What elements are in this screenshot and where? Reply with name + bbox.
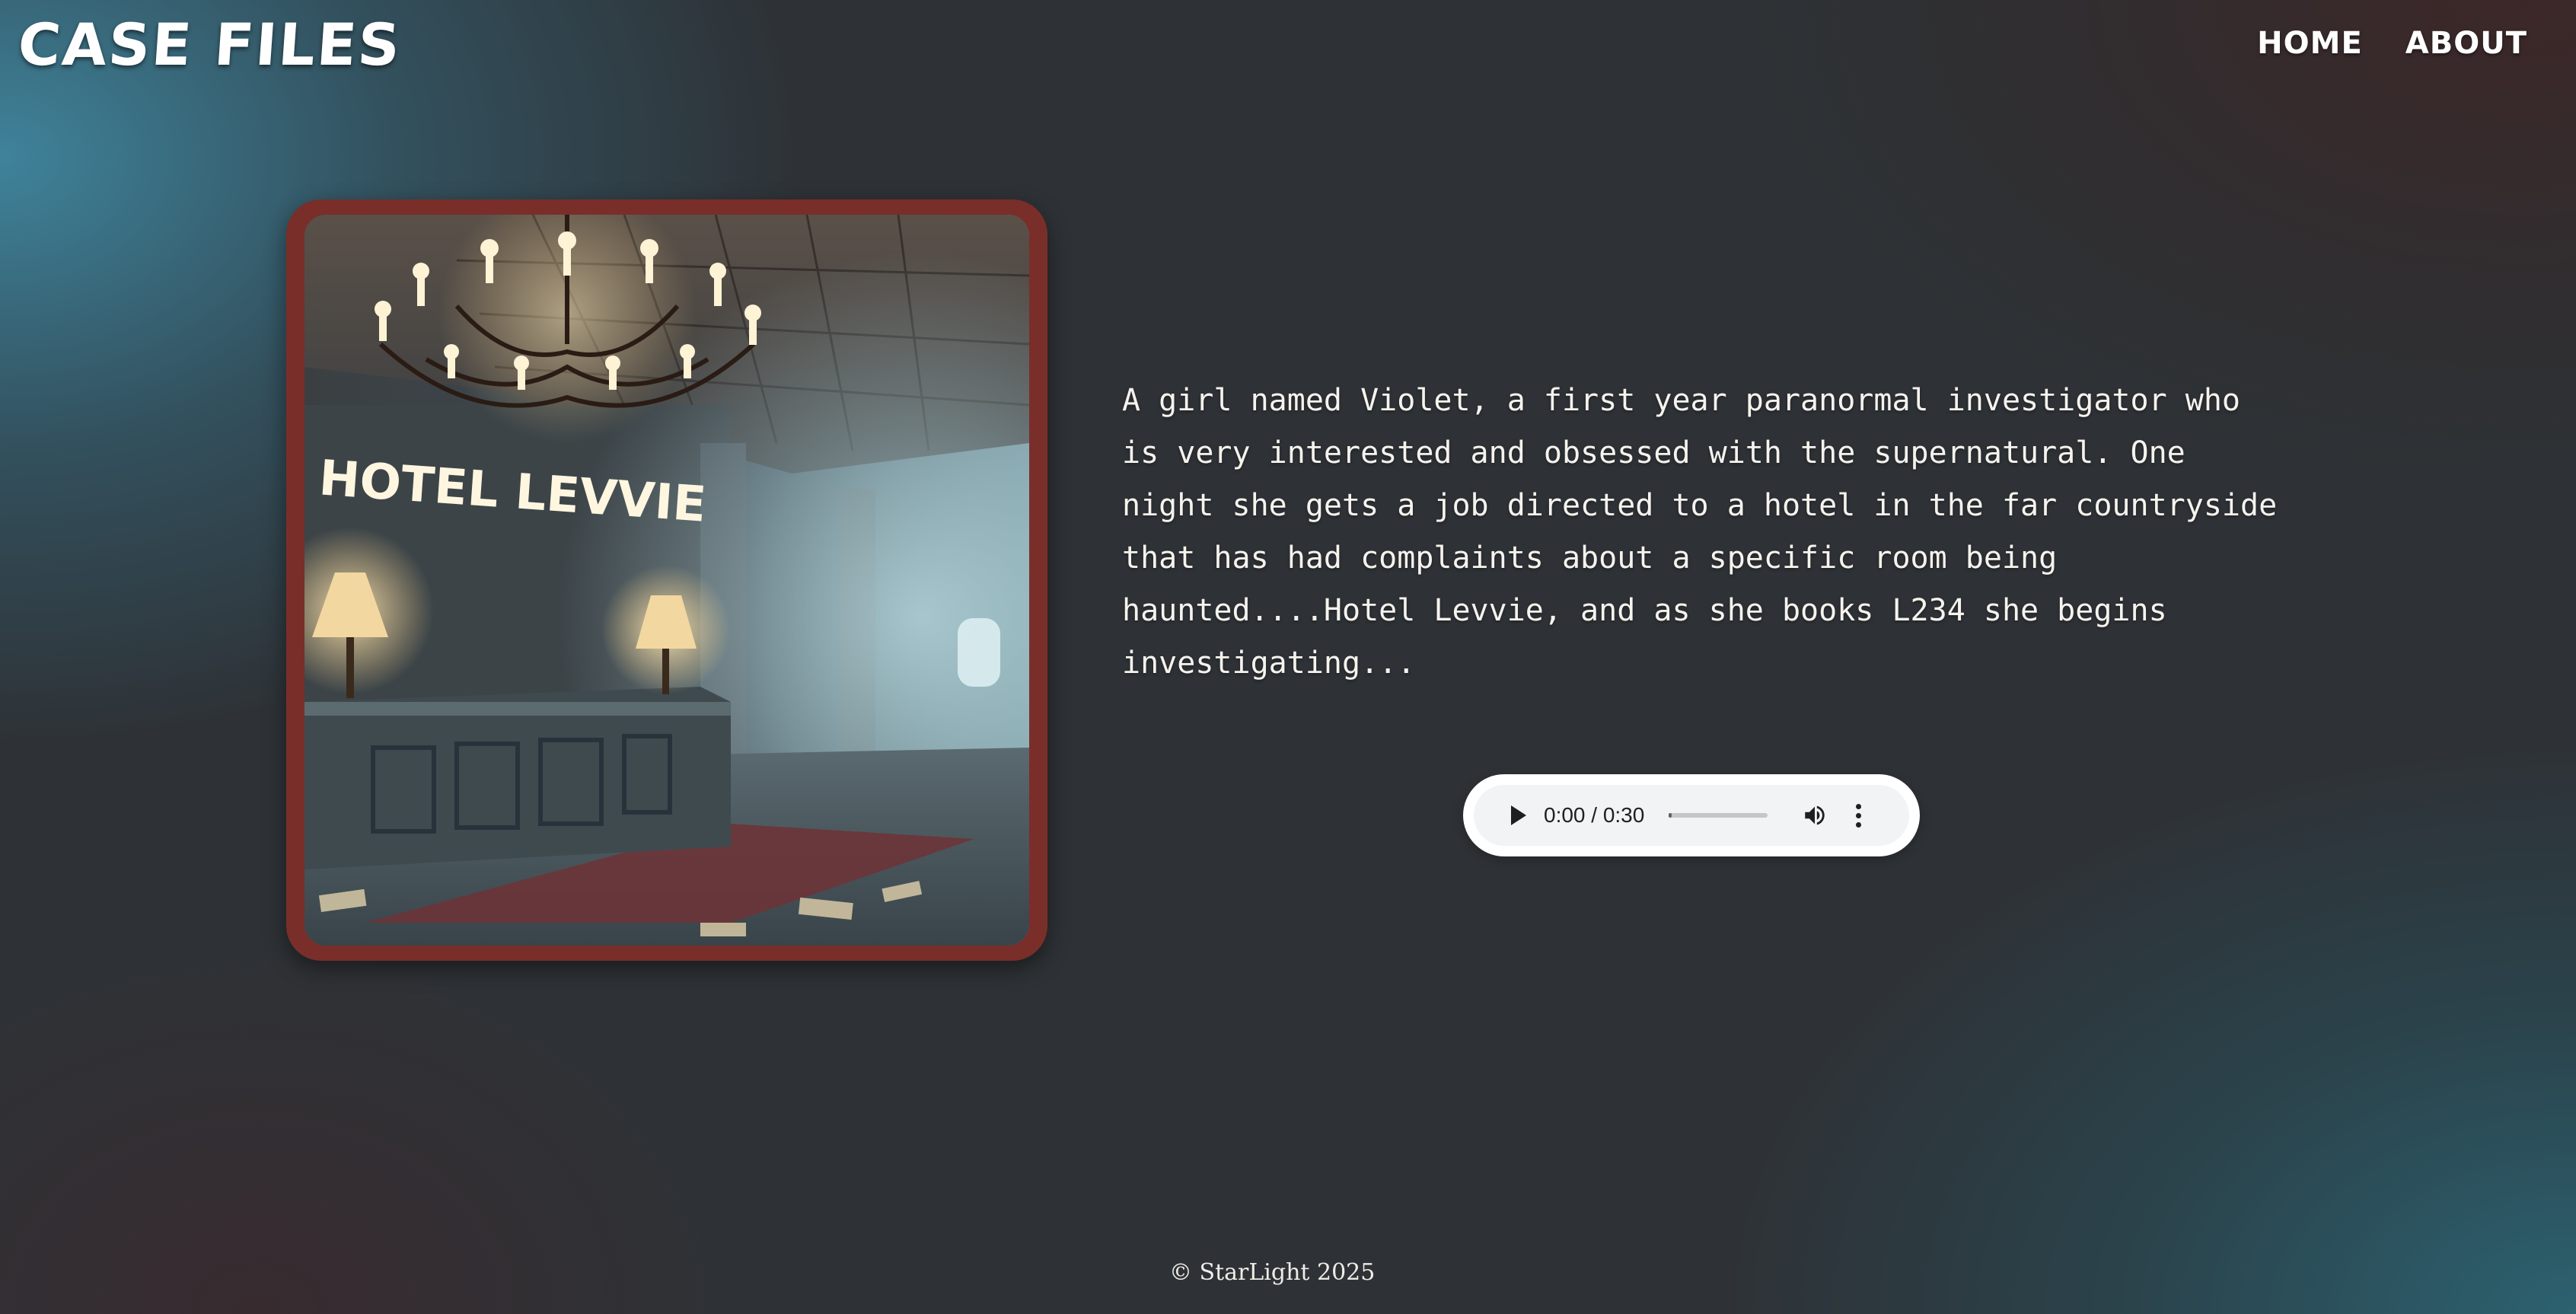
audio-controls: 0:00 / 0:30 xyxy=(1474,785,1909,846)
play-icon[interactable] xyxy=(1495,794,1538,837)
more-options-icon[interactable] xyxy=(1847,799,1870,832)
site-logo: CASE FILES xyxy=(15,11,404,78)
audio-progress-fill xyxy=(1669,813,1672,818)
hero-image-frame: HOTEL LEVVIE xyxy=(286,199,1047,961)
nav-about-link[interactable]: ABOUT xyxy=(2405,26,2527,61)
audio-player: 0:00 / 0:30 xyxy=(1463,774,1920,856)
main-nav: HOME ABOUT xyxy=(2257,26,2527,61)
audio-progress-bar[interactable] xyxy=(1669,813,1768,818)
story-paragraph: A girl named Violet, a first year parano… xyxy=(1122,383,2278,681)
audio-time-display: 0:00 / 0:30 xyxy=(1544,803,1645,827)
hotel-lobby-image: HOTEL LEVVIE xyxy=(304,215,1029,946)
footer-copyright: © StarLight 2025 xyxy=(1169,1259,1376,1286)
volume-icon[interactable] xyxy=(1798,799,1832,832)
nav-home-link[interactable]: HOME xyxy=(2257,26,2363,61)
